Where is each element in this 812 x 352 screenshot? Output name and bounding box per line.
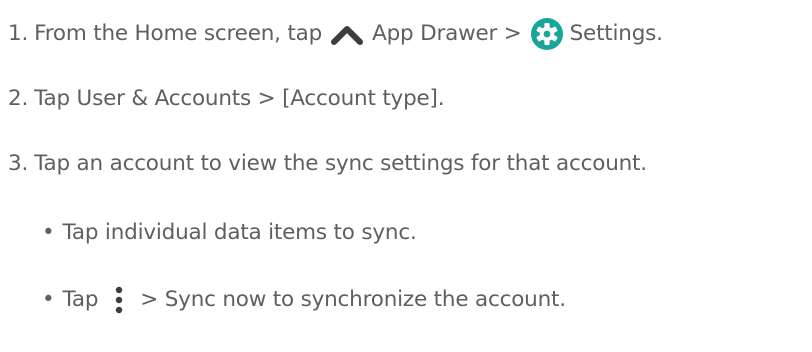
bullet-marker: •	[42, 220, 55, 245]
bullet-marker: •	[42, 287, 55, 312]
step-1-text-a: From the Home screen, tap	[34, 21, 323, 46]
step-3: 3. Tap an account to view the sync setti…	[8, 149, 647, 179]
step-3-text: Tap an account to view the sync settings…	[34, 151, 647, 176]
step-1-number: 1.	[8, 21, 29, 46]
chevron-up-icon	[330, 22, 364, 46]
step-1-text-c: Settings.	[569, 21, 663, 46]
more-vertical-icon	[106, 285, 132, 315]
instructions-document: 1. From the Home screen, tap App Drawer …	[0, 0, 812, 352]
step-2-text: Tap User & Accounts > [Account type].	[34, 86, 445, 111]
step-1: 1. From the Home screen, tap App Drawer …	[8, 17, 663, 51]
settings-gear-icon	[530, 17, 564, 51]
step-2: 2. Tap User & Accounts > [Account type].	[8, 84, 445, 114]
step-2-number: 2.	[8, 86, 29, 111]
bullet-2: • Tap > Sync now to synchronize the acco…	[42, 285, 566, 315]
bullet-2-text-a: Tap	[62, 287, 99, 312]
bullet-2-text-b: > Sync now to synchronize the account.	[140, 287, 566, 312]
bullet-1: • Tap individual data items to sync.	[42, 218, 417, 248]
bullet-1-text: Tap individual data items to sync.	[62, 220, 417, 245]
step-1-text-b: App Drawer >	[372, 21, 522, 46]
step-3-number: 3.	[8, 151, 29, 176]
